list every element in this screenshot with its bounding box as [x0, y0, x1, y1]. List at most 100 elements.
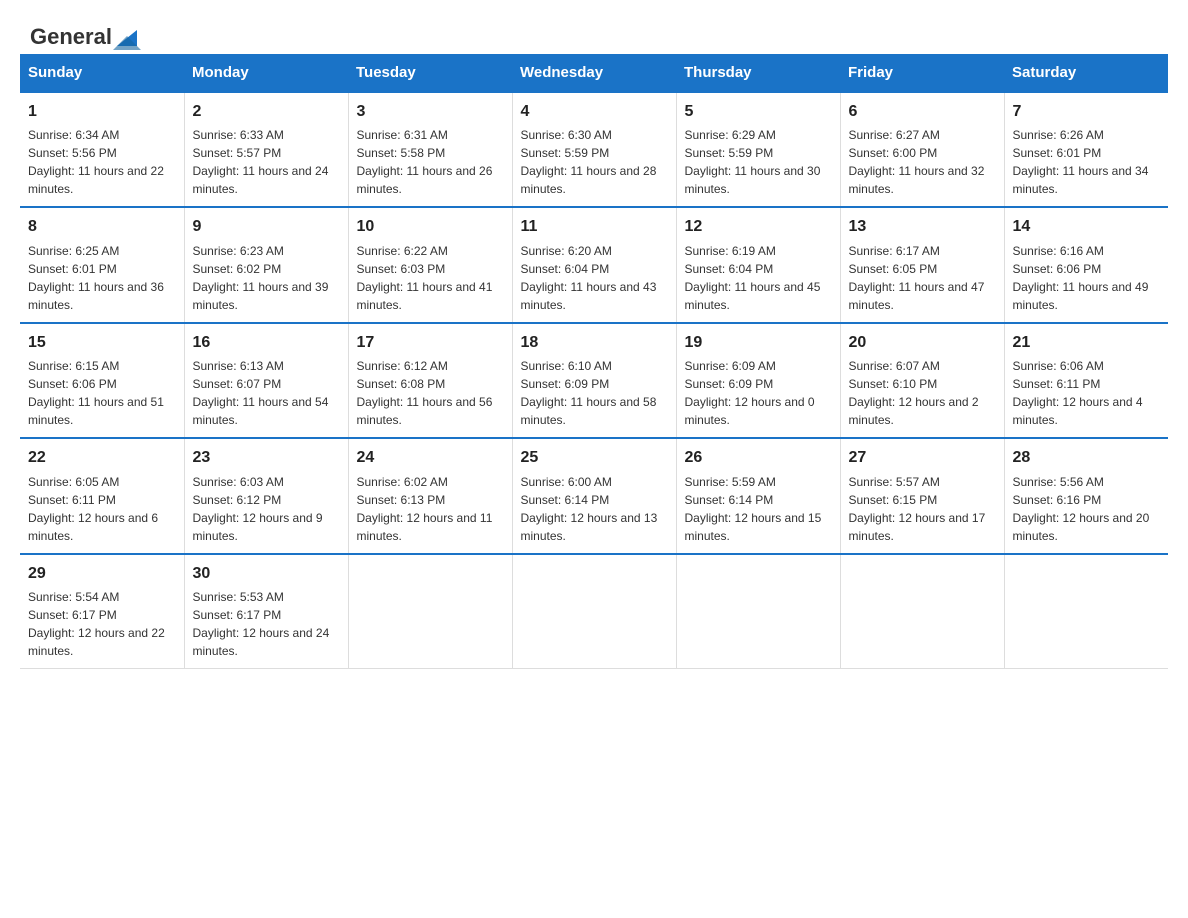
day-number: 16: [193, 332, 340, 354]
day-info: Sunrise: 5:59 AMSunset: 6:14 PMDaylight:…: [685, 473, 832, 545]
header-saturday: Saturday: [1004, 54, 1168, 92]
day-info: Sunrise: 6:20 AMSunset: 6:04 PMDaylight:…: [521, 242, 668, 314]
day-number: 13: [849, 216, 996, 238]
day-number: 26: [685, 447, 832, 469]
calendar-day-cell: 3 Sunrise: 6:31 AMSunset: 5:58 PMDaylight…: [348, 92, 512, 207]
logo-triangle-icon: [113, 22, 141, 50]
calendar-day-cell: 16 Sunrise: 6:13 AMSunset: 6:07 PMDayligh…: [184, 323, 348, 438]
day-info: Sunrise: 6:16 AMSunset: 6:06 PMDaylight:…: [1013, 242, 1161, 314]
day-number: 23: [193, 447, 340, 469]
calendar-day-cell: 7Sunrise: 6:26 AMSunset: 6:01 PMDaylight…: [1004, 92, 1168, 207]
day-info: Sunrise: 6:07 AMSunset: 6:10 PMDaylight:…: [849, 357, 996, 429]
day-number: 24: [357, 447, 504, 469]
day-info: Sunrise: 5:53 AMSunset: 6:17 PMDaylight:…: [193, 588, 340, 660]
day-number: 5: [685, 101, 832, 123]
logo-label-general: General: [30, 24, 112, 50]
calendar-day-cell: 23 Sunrise: 6:03 AMSunset: 6:12 PMDayligh…: [184, 438, 348, 553]
calendar-day-cell: 13 Sunrise: 6:17 AMSunset: 6:05 PMDayligh…: [840, 207, 1004, 322]
day-info: Sunrise: 6:31 AMSunset: 5:58 PMDaylight:…: [357, 126, 504, 198]
calendar-day-cell: 11 Sunrise: 6:20 AMSunset: 6:04 PMDayligh…: [512, 207, 676, 322]
calendar-day-cell: 17 Sunrise: 6:12 AMSunset: 6:08 PMDayligh…: [348, 323, 512, 438]
day-info: Sunrise: 6:00 AMSunset: 6:14 PMDaylight:…: [521, 473, 668, 545]
calendar-week-5: 29 Sunrise: 5:54 AMSunset: 6:17 PMDayligh…: [20, 554, 1168, 669]
day-number: 18: [521, 332, 668, 354]
day-info: Sunrise: 6:34 AMSunset: 5:56 PMDaylight:…: [28, 126, 176, 198]
calendar-day-cell: 6Sunrise: 6:27 AMSunset: 6:00 PMDaylight…: [840, 92, 1004, 207]
calendar-day-cell: 1 Sunrise: 6:34 AMSunset: 5:56 PMDaylight…: [20, 92, 184, 207]
day-info: Sunrise: 6:17 AMSunset: 6:05 PMDaylight:…: [849, 242, 996, 314]
calendar-day-cell: 9 Sunrise: 6:23 AMSunset: 6:02 PMDaylight…: [184, 207, 348, 322]
day-number: 1: [28, 101, 176, 123]
calendar-day-cell: [676, 554, 840, 669]
calendar-day-cell: 29 Sunrise: 5:54 AMSunset: 6:17 PMDayligh…: [20, 554, 184, 669]
header-monday: Monday: [184, 54, 348, 92]
calendar-day-cell: [1004, 554, 1168, 669]
day-info: Sunrise: 6:33 AMSunset: 5:57 PMDaylight:…: [193, 126, 340, 198]
calendar-day-cell: 12Sunrise: 6:19 AMSunset: 6:04 PMDayligh…: [676, 207, 840, 322]
header-tuesday: Tuesday: [348, 54, 512, 92]
day-number: 27: [849, 447, 996, 469]
calendar-day-cell: 5 Sunrise: 6:29 AMSunset: 5:59 PMDaylight…: [676, 92, 840, 207]
calendar-day-cell: 20 Sunrise: 6:07 AMSunset: 6:10 PMDayligh…: [840, 323, 1004, 438]
day-number: 22: [28, 447, 176, 469]
calendar-day-cell: 18 Sunrise: 6:10 AMSunset: 6:09 PMDayligh…: [512, 323, 676, 438]
day-number: 29: [28, 563, 176, 585]
day-info: Sunrise: 6:19 AMSunset: 6:04 PMDaylight:…: [685, 242, 832, 314]
header-wednesday: Wednesday: [512, 54, 676, 92]
calendar-day-cell: 24 Sunrise: 6:02 AMSunset: 6:13 PMDayligh…: [348, 438, 512, 553]
day-number: 30: [193, 563, 340, 585]
day-number: 25: [521, 447, 668, 469]
calendar-container: Sunday Monday Tuesday Wednesday Thursday…: [0, 54, 1188, 689]
calendar-day-cell: 10 Sunrise: 6:22 AMSunset: 6:03 PMDayligh…: [348, 207, 512, 322]
calendar-week-4: 22Sunrise: 6:05 AMSunset: 6:11 PMDayligh…: [20, 438, 1168, 553]
calendar-table: Sunday Monday Tuesday Wednesday Thursday…: [20, 54, 1168, 669]
calendar-day-cell: 27 Sunrise: 5:57 AMSunset: 6:15 PMDayligh…: [840, 438, 1004, 553]
day-number: 3: [357, 101, 504, 123]
calendar-day-cell: 25 Sunrise: 6:00 AMSunset: 6:14 PMDayligh…: [512, 438, 676, 553]
day-info: Sunrise: 6:03 AMSunset: 6:12 PMDaylight:…: [193, 473, 340, 545]
day-info: Sunrise: 6:10 AMSunset: 6:09 PMDaylight:…: [521, 357, 668, 429]
day-info: Sunrise: 6:30 AMSunset: 5:59 PMDaylight:…: [521, 126, 668, 198]
page-header: General: [0, 0, 1188, 54]
day-number: 11: [521, 216, 668, 238]
calendar-day-cell: [512, 554, 676, 669]
calendar-day-cell: 15Sunrise: 6:15 AMSunset: 6:06 PMDayligh…: [20, 323, 184, 438]
day-info: Sunrise: 6:06 AMSunset: 6:11 PMDaylight:…: [1013, 357, 1161, 429]
header-sunday: Sunday: [20, 54, 184, 92]
calendar-day-cell: 2 Sunrise: 6:33 AMSunset: 5:57 PMDaylight…: [184, 92, 348, 207]
day-number: 6: [849, 101, 996, 123]
header-friday: Friday: [840, 54, 1004, 92]
day-info: Sunrise: 5:56 AMSunset: 6:16 PMDaylight:…: [1013, 473, 1161, 545]
calendar-day-cell: 30 Sunrise: 5:53 AMSunset: 6:17 PMDayligh…: [184, 554, 348, 669]
day-info: Sunrise: 6:29 AMSunset: 5:59 PMDaylight:…: [685, 126, 832, 198]
calendar-day-cell: [840, 554, 1004, 669]
day-number: 28: [1013, 447, 1161, 469]
day-info: Sunrise: 6:02 AMSunset: 6:13 PMDaylight:…: [357, 473, 504, 545]
day-number: 4: [521, 101, 668, 123]
day-info: Sunrise: 6:22 AMSunset: 6:03 PMDaylight:…: [357, 242, 504, 314]
day-info: Sunrise: 6:13 AMSunset: 6:07 PMDaylight:…: [193, 357, 340, 429]
day-info: Sunrise: 5:54 AMSunset: 6:17 PMDaylight:…: [28, 588, 176, 660]
day-info: Sunrise: 6:12 AMSunset: 6:08 PMDaylight:…: [357, 357, 504, 429]
day-number: 10: [357, 216, 504, 238]
title-block: [150, 20, 1158, 24]
day-info: Sunrise: 6:25 AMSunset: 6:01 PMDaylight:…: [28, 242, 176, 314]
day-number: 20: [849, 332, 996, 354]
day-info: Sunrise: 6:23 AMSunset: 6:02 PMDaylight:…: [193, 242, 340, 314]
calendar-day-cell: 19 Sunrise: 6:09 AMSunset: 6:09 PMDayligh…: [676, 323, 840, 438]
day-number: 17: [357, 332, 504, 354]
day-number: 19: [685, 332, 832, 354]
calendar-day-cell: 14 Sunrise: 6:16 AMSunset: 6:06 PMDayligh…: [1004, 207, 1168, 322]
weekday-header-row: Sunday Monday Tuesday Wednesday Thursday…: [20, 54, 1168, 92]
day-info: Sunrise: 5:57 AMSunset: 6:15 PMDaylight:…: [849, 473, 996, 545]
day-number: 14: [1013, 216, 1161, 238]
day-number: 7: [1013, 101, 1161, 123]
calendar-week-1: 1 Sunrise: 6:34 AMSunset: 5:56 PMDaylight…: [20, 92, 1168, 207]
day-info: Sunrise: 6:09 AMSunset: 6:09 PMDaylight:…: [685, 357, 832, 429]
day-number: 8: [28, 216, 176, 238]
calendar-day-cell: 4 Sunrise: 6:30 AMSunset: 5:59 PMDaylight…: [512, 92, 676, 207]
calendar-day-cell: 28 Sunrise: 5:56 AMSunset: 6:16 PMDayligh…: [1004, 438, 1168, 553]
calendar-week-3: 15Sunrise: 6:15 AMSunset: 6:06 PMDayligh…: [20, 323, 1168, 438]
day-number: 2: [193, 101, 340, 123]
day-number: 9: [193, 216, 340, 238]
